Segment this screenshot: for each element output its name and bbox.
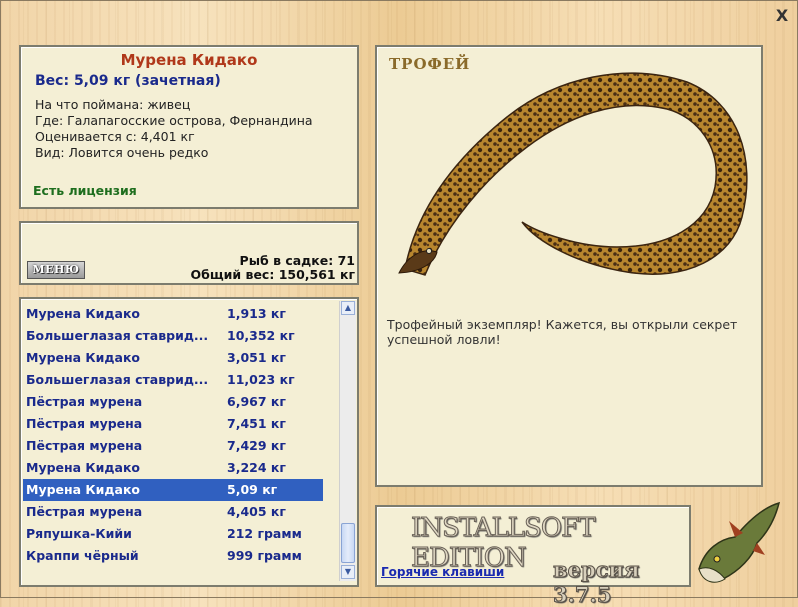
catch-fish-name: Большеглазая ставрид...	[26, 372, 209, 387]
rarity-info: Вид: Ловится очень редко	[35, 145, 209, 160]
close-icon[interactable]: X	[773, 7, 791, 25]
catch-list-row[interactable]: Мурена Кидако 1,913 кг	[23, 303, 323, 325]
catch-list-row[interactable]: Большеглазая ставрид... 10,352 кг	[23, 325, 323, 347]
valued-from-info: Оценивается с: 4,401 кг	[35, 129, 195, 144]
catch-fish-weight: 3,051 кг	[227, 350, 286, 365]
keepnet-stats-panel: МЕНЮ Рыб в садке: 71 Общий вес: 150,561 …	[19, 221, 359, 285]
catch-fish-weight: 6,967 кг	[227, 394, 286, 409]
catch-list-row[interactable]: Мурена Кидако 3,051 кг	[23, 347, 323, 369]
list-scrollbar[interactable]: ▲ ▼	[339, 301, 356, 581]
moray-eel-image	[398, 72, 748, 276]
fish-weight: Вес: 5,09 кг (зачетная)	[35, 73, 221, 89]
pike-logo	[698, 501, 781, 583]
catch-fish-name: Мурена Кидако	[26, 306, 141, 321]
catch-fish-weight: 7,451 кг	[227, 416, 286, 431]
catch-fish-name: Пёстрая мурена	[26, 416, 143, 431]
catch-list-row[interactable]: Пёстрая мурена 7,451 кг	[23, 413, 323, 435]
catch-fish-weight: 5,09 кг	[227, 482, 278, 497]
catch-fish-name: Мурена Кидако	[26, 350, 141, 365]
catch-fish-name: Мурена Кидако	[26, 460, 141, 475]
catch-fish-weight: 1,913 кг	[227, 306, 286, 321]
fish-count: Рыб в садке: 71	[239, 253, 355, 268]
total-weight: Общий вес: 150,561 кг	[190, 267, 356, 282]
catch-fish-name: Краппи чёрный	[26, 548, 139, 563]
trophy-description: Трофейный экземпляр! Кажется, вы открыли…	[387, 317, 738, 347]
fish-name: Мурена Кидако	[120, 51, 258, 69]
catch-fish-name: Пёстрая мурена	[26, 438, 143, 453]
fish-info-panel: Мурена Кидако Вес: 5,09 кг (зачетная) На…	[19, 45, 359, 209]
catch-fish-weight: 4,405 кг	[227, 504, 286, 519]
version-label: версия 3.7.5	[553, 557, 641, 607]
catch-fish-weight: 999 грамм	[227, 548, 302, 563]
location-info: Где: Галапагосские острова, Фернандина	[35, 113, 313, 128]
catch-fish-weight: 212 грамм	[227, 526, 302, 541]
catch-fish-weight: 10,352 кг	[227, 328, 295, 343]
catch-list-row[interactable]: Мурена Кидако 3,224 кг	[23, 457, 323, 479]
bait-info: На что поймана: живец	[35, 97, 191, 112]
license-status: Есть лицензия	[33, 183, 137, 198]
version-panel: INSTALLSOFT EDITION Горячие клавиши верс…	[375, 505, 691, 607]
trophy-panel: ТРОФЕЙ Трофейный экземпляр! Кажется, вы …	[375, 45, 763, 487]
catch-list-row[interactable]: Пёстрая мурена 6,967 кг	[23, 391, 323, 413]
hotkeys-link[interactable]: Горячие клавиши	[381, 565, 504, 579]
scroll-down-icon[interactable]: ▼	[341, 565, 355, 579]
catch-list-row[interactable]: Большеглазая ставрид... 11,023 кг	[23, 369, 323, 391]
catch-list-row[interactable]: Ряпушка-Кийи 212 грамм	[23, 523, 323, 545]
catch-fish-name: Мурена Кидако	[26, 482, 141, 497]
catch-fish-weight: 3,224 кг	[227, 460, 286, 475]
catch-fish-name: Большеглазая ставрид...	[26, 328, 209, 343]
catch-fish-name: Пёстрая мурена	[26, 504, 143, 519]
catch-fish-weight: 11,023 кг	[227, 372, 295, 387]
catch-fish-name: Пёстрая мурена	[26, 394, 143, 409]
scroll-thumb[interactable]	[341, 523, 355, 563]
menu-button[interactable]: МЕНЮ	[27, 261, 85, 279]
catch-list-row[interactable]: Пёстрая мурена 4,405 кг	[23, 501, 323, 523]
catch-list-row[interactable]: Пёстрая мурена 7,429 кг	[23, 435, 323, 457]
catch-fish-weight: 7,429 кг	[227, 438, 286, 453]
catch-list-row[interactable]: Краппи чёрный 999 грамм	[23, 545, 323, 567]
catch-fish-name: Ряпушка-Кийи	[26, 526, 132, 541]
catch-list-row[interactable]: Мурена Кидако 5,09 кг	[23, 479, 323, 501]
scroll-up-icon[interactable]: ▲	[341, 301, 355, 315]
catch-list: Мурена Кидако 1,913 кг Большеглазая ставри…	[19, 297, 359, 587]
